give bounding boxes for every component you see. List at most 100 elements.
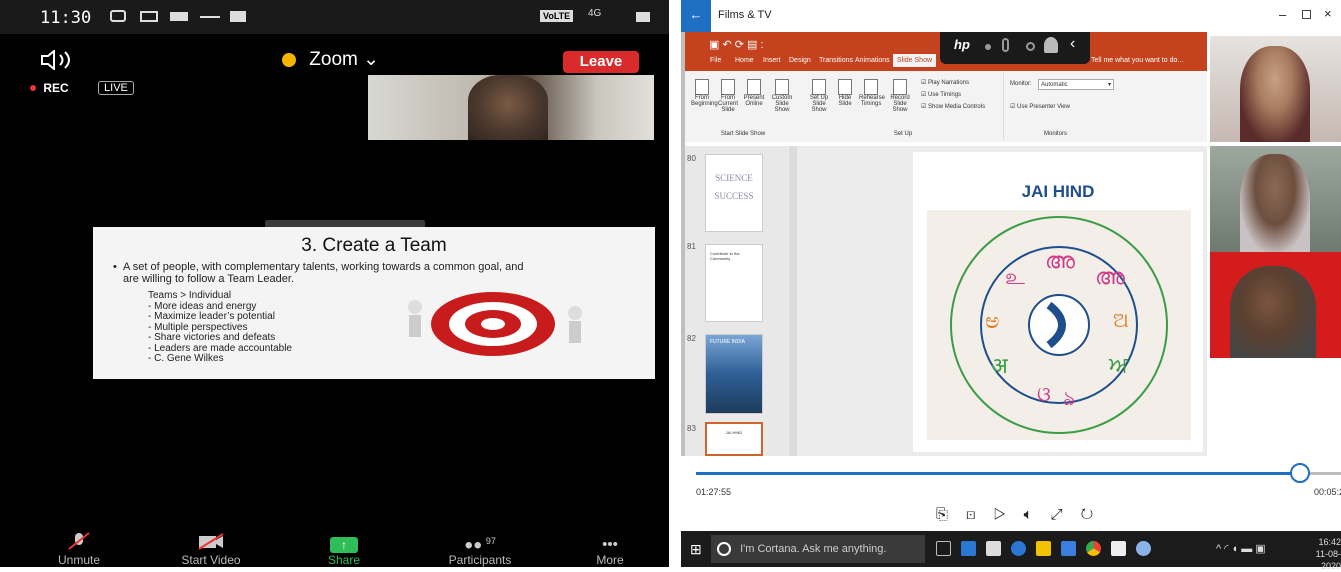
tab-animations[interactable]: Animations xyxy=(855,57,890,64)
participants-label: Participants xyxy=(448,553,512,567)
play-icon[interactable]: ▷ xyxy=(994,506,1024,523)
meeting-title-dropdown[interactable]: Zoom ⌄ xyxy=(282,48,379,71)
set-up-slide-show-button[interactable]: Set Up Slide Show xyxy=(807,79,831,113)
slide-list: Teams > Individual - More ideas and ener… xyxy=(148,290,292,365)
thumb-text: FUTURE INDIA xyxy=(710,339,745,345)
tab-home[interactable]: Home xyxy=(735,57,754,64)
powerpoint-window: ▣ ↶ ⟳ ▤ : File Home Insert Design Transi… xyxy=(685,32,1207,456)
tab-insert[interactable]: Insert xyxy=(763,57,781,64)
speaker-video-thumbnail[interactable] xyxy=(368,75,654,140)
slide-thumbnail-selected[interactable]: JAI HIND xyxy=(705,422,763,456)
participants-button[interactable]: ●● 97 Participants xyxy=(425,536,535,567)
script-letter: ਅ xyxy=(1109,352,1128,377)
back-button[interactable]: ← xyxy=(681,0,711,32)
tab-file[interactable]: File xyxy=(710,57,721,64)
maximize-button[interactable] xyxy=(1302,10,1311,19)
share-button[interactable]: ↑ Share xyxy=(289,537,399,567)
rehearse-timings-button[interactable]: Rehearse Timings xyxy=(859,79,885,107)
monitors-group-label: Monitors xyxy=(1044,131,1068,137)
monitors-group: Monitor: Automatic ▾ ☑ Use Presenter View… xyxy=(1003,73,1123,140)
from-beginning-button[interactable]: From Beginning xyxy=(691,79,718,107)
mail-icon[interactable] xyxy=(1061,541,1076,556)
quick-access-toolbar[interactable]: ▣ ↶ ⟳ ▤ : xyxy=(709,38,764,51)
start-video-button[interactable]: Start Video xyxy=(156,532,266,567)
elapsed-time: 01:27:55 xyxy=(696,487,732,497)
script-letter: ಅ xyxy=(985,308,1000,333)
ribbon-body: From Beginning From Current Slide Presen… xyxy=(685,71,1207,142)
camera-dot-icon xyxy=(985,44,991,50)
seek-thumb[interactable] xyxy=(1290,463,1310,483)
gmail-icon xyxy=(140,11,158,22)
films-tv-icon[interactable] xyxy=(1111,541,1126,556)
cortana-search-box[interactable]: I'm Cortana. Ask me anything. xyxy=(711,535,925,563)
more-button[interactable]: ••• More xyxy=(555,536,665,567)
edge-icon[interactable] xyxy=(961,541,976,556)
tab-slide-show[interactable]: Slide Show xyxy=(893,54,937,67)
participant-video-3[interactable] xyxy=(1210,252,1341,358)
custom-slide-show-button[interactable]: Custom Slide Show xyxy=(769,79,795,113)
speaker-icon[interactable] xyxy=(40,50,74,70)
windows-start-icon[interactable]: ⊞ xyxy=(690,541,702,558)
search-placeholder: I'm Cortana. Ask me anything. xyxy=(740,543,887,555)
use-timings-checkbox[interactable]: ☑ Use Timings xyxy=(921,89,985,101)
recording-indicator: REC LIVE xyxy=(30,80,134,95)
share-label: Share xyxy=(327,553,361,567)
chevron-down-icon: ⌄ xyxy=(363,49,380,70)
play-narrations-checkbox[interactable]: ☑ Play Narrations xyxy=(921,77,985,89)
record-slide-show-button[interactable]: Record Slide Show xyxy=(887,79,913,113)
script-letter: അ xyxy=(1045,248,1075,273)
tab-design[interactable]: Design xyxy=(789,57,811,64)
person-silhouette xyxy=(1240,46,1310,142)
chevron-left-icon: ‹ xyxy=(1070,35,1076,52)
fullscreen-icon[interactable]: ⤢ xyxy=(1051,506,1081,523)
participant-video-1[interactable] xyxy=(1210,36,1341,142)
close-button[interactable]: × xyxy=(1324,6,1332,21)
seek-progress[interactable] xyxy=(696,472,1308,475)
cast-icon[interactable]: ⎘ xyxy=(936,506,966,523)
live-badge: LIVE xyxy=(98,81,134,95)
thumb-scrollbar[interactable] xyxy=(789,146,797,456)
slide-thumbnail[interactable]: FUTURE INDIA xyxy=(705,334,763,414)
compact-view-icon[interactable]: ⊡ xyxy=(966,506,994,523)
thumb-text: JAI HIND xyxy=(725,430,743,435)
more-dots-icon: ••• xyxy=(602,536,618,553)
slide-title: 3. Create a Team xyxy=(301,235,447,256)
clock-time: 16:42 xyxy=(1318,537,1341,547)
task-view-icon[interactable] xyxy=(936,541,951,556)
script-letter: अ xyxy=(991,353,1008,378)
show-media-controls-checkbox[interactable]: ☑ Show Media Controls xyxy=(921,101,985,113)
zoom-bottom-toolbar: Unmute Start Video ↑ Share ●● 97 Partici… xyxy=(0,532,669,567)
hide-slide-button[interactable]: Hide Slide xyxy=(835,79,855,107)
paint-icon[interactable] xyxy=(1136,541,1151,556)
circle-icon xyxy=(1026,42,1035,51)
setup-group-label: Set Up xyxy=(893,131,913,137)
slide-thumbnail[interactable]: SCIENCE SUCCESS xyxy=(705,154,763,232)
monitor-select[interactable]: Automatic ▾ xyxy=(1038,79,1114,90)
presenter-view-checkbox[interactable]: ☑ Use Presenter View xyxy=(1010,103,1070,110)
ie-icon[interactable] xyxy=(1011,541,1026,556)
volume-icon[interactable]: 🔈︎ xyxy=(1024,506,1051,523)
tell-me-field[interactable]: Tell me what you want to do... xyxy=(1091,57,1183,64)
target-puzzle-illustration xyxy=(408,292,582,356)
leave-button[interactable]: Leave xyxy=(563,51,639,73)
unmute-button[interactable]: Unmute xyxy=(24,532,134,567)
file-explorer-icon[interactable] xyxy=(1036,541,1051,556)
tab-transitions[interactable]: Transitions xyxy=(819,57,853,64)
participant-video-2[interactable] xyxy=(1210,146,1341,252)
from-current-slide-button[interactable]: From Current Slide xyxy=(717,79,739,113)
repeat-icon[interactable]: ↻ xyxy=(1081,506,1112,523)
script-letter: ଓ xyxy=(1037,384,1051,406)
hp-camera-control-overlay: hp ‹ xyxy=(940,32,1090,64)
shared-slide: 3. Create a Team • A set of people, with … xyxy=(93,227,655,379)
minimize-button[interactable]: – xyxy=(1279,7,1286,22)
participants-icon: ●● xyxy=(464,536,483,553)
present-online-button[interactable]: Present Online xyxy=(743,79,765,107)
script-letter: അ xyxy=(1095,264,1125,289)
setup-checkboxes: ☑ Play Narrations ☑ Use Timings ☑ Show M… xyxy=(921,77,985,113)
store-icon[interactable] xyxy=(986,541,1001,556)
slide-thumbnail[interactable]: Contribute to the Community xyxy=(705,244,763,322)
ribbon-tabs: ▣ ↶ ⟳ ▤ : File Home Insert Design Transi… xyxy=(685,32,1207,71)
system-tray-icons[interactable]: ^ ◜ ◖ ▬ ▣ xyxy=(1216,542,1266,555)
signal-icon: 4G xyxy=(588,8,602,19)
chrome-icon[interactable] xyxy=(1086,541,1101,556)
